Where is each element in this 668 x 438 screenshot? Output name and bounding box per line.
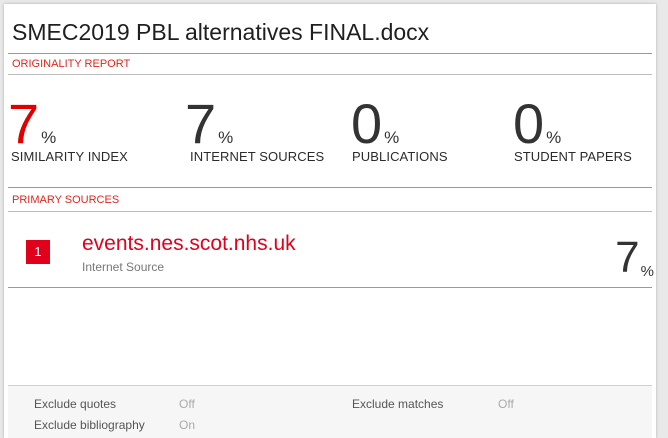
source-percent-sign: % [640, 263, 654, 280]
publications-stat: 0% [351, 96, 399, 152]
exclusion-settings-footer: Exclude quotes Off Exclude matches Off E… [8, 385, 652, 438]
primary-sources-heading: PRIMARY SOURCES [12, 194, 120, 206]
internet-sources-stat: 7% [185, 96, 233, 152]
exclude-quotes-value[interactable]: Off [179, 397, 195, 411]
similarity-index-label: SIMILARITY INDEX [11, 149, 128, 164]
internet-sources-value: 7 [185, 92, 217, 155]
originality-divider [8, 74, 652, 75]
similarity-index-percent-sign: % [41, 128, 57, 147]
student-papers-value: 0 [513, 92, 545, 155]
stats-divider [8, 187, 652, 188]
publications-label: PUBLICATIONS [352, 149, 448, 164]
document-title: SMEC2019 PBL alternatives FINAL.docx [12, 19, 430, 45]
primary-sources-divider [8, 211, 652, 212]
source-name-link[interactable]: events.nes.scot.nhs.uk [82, 232, 296, 256]
internet-sources-percent-sign: % [218, 128, 234, 147]
source-rank-badge: 1 [26, 240, 50, 264]
similarity-index-value: 7 [8, 92, 40, 155]
internet-sources-label: INTERNET SOURCES [190, 149, 325, 164]
originality-report-page: SMEC2019 PBL alternatives FINAL.docx ORI… [4, 4, 656, 438]
publications-value: 0 [351, 92, 383, 155]
exclude-matches-label: Exclude matches [352, 397, 444, 411]
source-type-label: Internet Source [82, 260, 165, 274]
exclude-bibliography-value[interactable]: On [179, 418, 195, 432]
student-papers-label: STUDENT PAPERS [514, 149, 632, 164]
source-percent-value: 7 [615, 233, 640, 282]
title-divider [8, 53, 652, 54]
source-match-percent: 7% [615, 233, 654, 282]
sources-end-divider [8, 287, 652, 288]
student-papers-stat: 0% [513, 96, 561, 152]
exclude-matches-value[interactable]: Off [498, 397, 514, 411]
student-papers-percent-sign: % [546, 128, 562, 147]
similarity-index-stat: 7% [8, 96, 56, 152]
originality-report-heading: ORIGINALITY REPORT [12, 58, 131, 70]
exclude-quotes-label: Exclude quotes [34, 397, 117, 411]
exclude-bibliography-label: Exclude bibliography [34, 418, 145, 432]
publications-percent-sign: % [384, 128, 400, 147]
